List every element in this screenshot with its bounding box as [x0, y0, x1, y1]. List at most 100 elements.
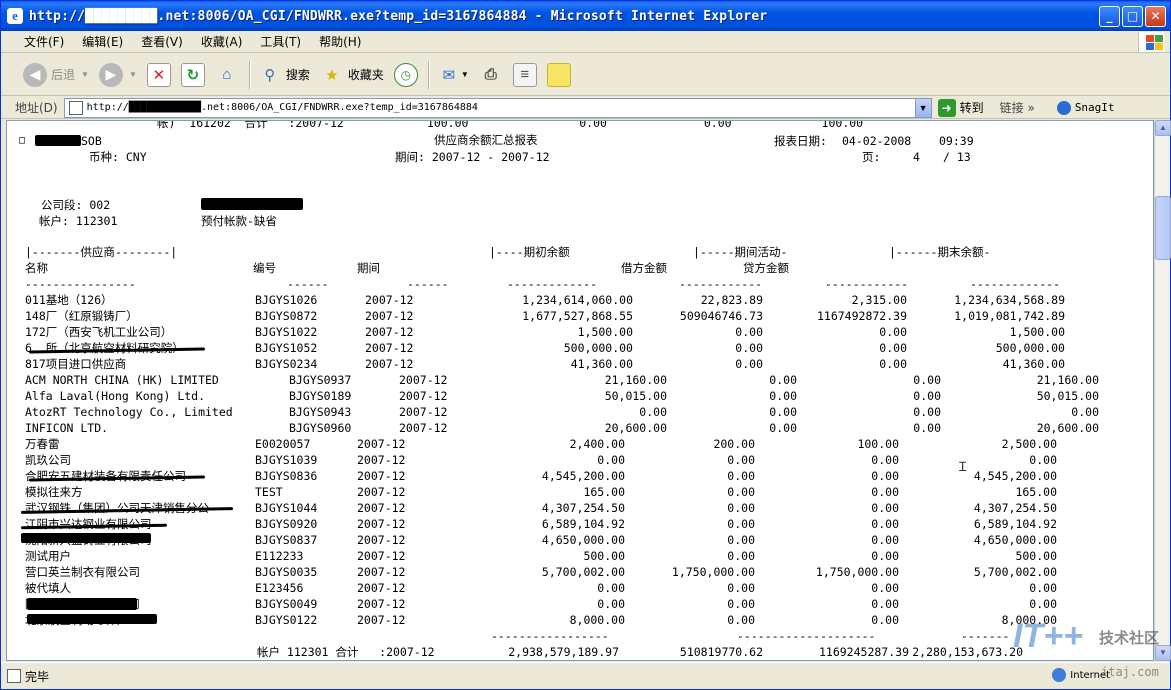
cell-opening: 0.00: [597, 597, 625, 611]
cell-period: 2007-12: [357, 565, 406, 579]
redaction-mark: [27, 614, 157, 624]
cell-name: 817项目进口供应商: [25, 357, 127, 371]
minimize-button[interactable]: _: [1099, 6, 1120, 27]
cell-opening: 165.00: [583, 485, 625, 499]
redaction-mark: [35, 135, 81, 146]
cell-closing: 4,545,200.00: [973, 469, 1057, 483]
cell-code: BJGYS0035: [255, 565, 318, 579]
divider-line: ----------------: [25, 277, 136, 291]
history-icon: ◷: [393, 62, 418, 87]
cell-credit: 0.00: [871, 517, 899, 531]
cell-credit: 0.00: [879, 357, 907, 371]
snagit-button[interactable]: SnagIt: [1056, 100, 1115, 115]
cell-credit: 2,315.00: [851, 293, 907, 307]
divider-line: -------------: [970, 277, 1061, 291]
close-button[interactable]: ✕: [1145, 6, 1166, 27]
cell-code: BJGYS1052: [255, 341, 318, 355]
address-label: 地址(D): [15, 101, 58, 115]
cell-code: E123456: [255, 581, 304, 595]
cell-code: BJGYS0960: [289, 421, 352, 435]
cell-credit: 1167492872.39: [816, 309, 907, 323]
total-label: 帐户 112301 合计 :2007-12: [257, 645, 435, 659]
cell-credit: 0.00: [871, 597, 899, 611]
ie-window: e http://█████████.net:8006/OA_CGI/FNDWR…: [0, 0, 1171, 690]
menu-view[interactable]: 查看(V): [132, 33, 192, 50]
cell-closing: 0.00: [1029, 597, 1057, 611]
refresh-button[interactable]: ↻: [180, 62, 205, 87]
cell-code: BJGYS0836: [255, 469, 318, 483]
cell-debit: 0.00: [727, 533, 755, 547]
divider-line: ------: [407, 277, 449, 291]
redaction-mark: [21, 533, 151, 543]
cell-period: 2007-12: [357, 517, 406, 531]
vertical-scrollbar[interactable]: ▲ ▼: [1154, 120, 1171, 661]
cell-name: 测试用户: [25, 549, 71, 563]
cell-code: TEST: [255, 485, 283, 499]
cell-name: 011基地（126）: [25, 293, 113, 307]
mail-button[interactable]: ✉ ▼: [437, 63, 469, 87]
links-button[interactable]: 链接 »: [1000, 99, 1035, 116]
note-button[interactable]: [546, 62, 571, 87]
edit-button[interactable]: ≡: [512, 62, 537, 87]
go-button[interactable]: ➜ 转到: [937, 98, 984, 117]
cell-code: BJGYS0049: [255, 597, 318, 611]
forward-button[interactable]: ▶ ▼: [98, 62, 137, 87]
cell-code: E112233: [255, 549, 304, 563]
favorites-button[interactable]: ★ 收藏夹: [320, 63, 384, 87]
total-opening: 2,938,579,189.97: [508, 645, 619, 659]
cell-period: 2007-12: [365, 341, 414, 355]
cell-code: BJGYS0943: [289, 405, 352, 419]
stop-icon: ✕: [146, 62, 171, 87]
cell-period: 2007-12: [399, 373, 448, 387]
scroll-thumb[interactable]: [1155, 196, 1171, 260]
address-dropdown-icon[interactable]: ▼: [914, 98, 931, 117]
cell-debit: 0.00: [727, 581, 755, 595]
menu-bar: 文件(F) 编辑(E) 查看(V) 收藏(A) 工具(T) 帮助(H): [1, 31, 1170, 53]
cell-opening: 0.00: [597, 581, 625, 595]
maximize-button[interactable]: □: [1122, 6, 1143, 27]
cell-closing: 1,500.00: [1009, 325, 1065, 339]
account-description: 预付帐款-缺省: [201, 214, 277, 228]
home-button[interactable]: ⌂: [215, 63, 239, 87]
address-input[interactable]: http://████████████.net:8006/OA_CGI/FNDW…: [63, 97, 932, 118]
cell-code: BJGYS1022: [255, 325, 318, 339]
cell-opening: 4,650,000.00: [541, 533, 625, 547]
stop-button[interactable]: ✕: [146, 62, 171, 87]
text-cursor-icon: Ɪ: [959, 460, 967, 475]
title-bar[interactable]: e http://█████████.net:8006/OA_CGI/FNDWR…: [1, 1, 1170, 31]
cell-credit: 0.00: [879, 325, 907, 339]
cell-name: 凯玖公司: [25, 453, 71, 467]
segment-label: 公司段: 002: [41, 198, 111, 212]
menu-edit[interactable]: 编辑(E): [73, 33, 132, 50]
menu-tools[interactable]: 工具(T): [251, 33, 310, 50]
cell-opening: 21,160.00: [604, 373, 667, 387]
cell-opening: 0.00: [597, 453, 625, 467]
forward-dropdown-icon[interactable]: ▼: [129, 70, 137, 79]
cell-code: BJGYS0189: [289, 389, 352, 403]
redaction-mark: [27, 598, 137, 610]
cell-period: 2007-12: [357, 597, 406, 611]
history-button[interactable]: ◷: [393, 62, 418, 87]
menu-file[interactable]: 文件(F): [15, 33, 73, 50]
cell-credit: 100.00: [857, 437, 899, 451]
cell-debit: 0.00: [727, 453, 755, 467]
cell-code: BJGYS0920: [255, 517, 318, 531]
cell-debit: 0.00: [727, 501, 755, 515]
cell-credit: 0.00: [871, 549, 899, 563]
scroll-up-icon[interactable]: ▲: [1155, 120, 1171, 136]
cell-opening: 5,700,002.00: [541, 565, 625, 579]
menu-favorites[interactable]: 收藏(A): [192, 33, 252, 50]
menu-help[interactable]: 帮助(H): [310, 33, 370, 50]
back-dropdown-icon[interactable]: ▼: [81, 70, 89, 79]
cell-debit: 0.00: [727, 469, 755, 483]
back-button[interactable]: ◀ 后退 ▼: [23, 62, 89, 87]
cell-opening: 500,000.00: [563, 341, 633, 355]
cell-closing: 21,160.00: [1036, 373, 1099, 387]
cell-closing: 1,019,081,742.89: [954, 309, 1065, 323]
print-button[interactable]: ⎙: [479, 63, 503, 87]
mail-dropdown-icon[interactable]: ▼: [461, 70, 469, 79]
column-period-header: 期间: [357, 261, 380, 275]
cell-period: 2007-12: [365, 293, 414, 307]
cell-debit: 0.00: [727, 485, 755, 499]
search-button[interactable]: ⚲ 搜索: [258, 63, 310, 87]
